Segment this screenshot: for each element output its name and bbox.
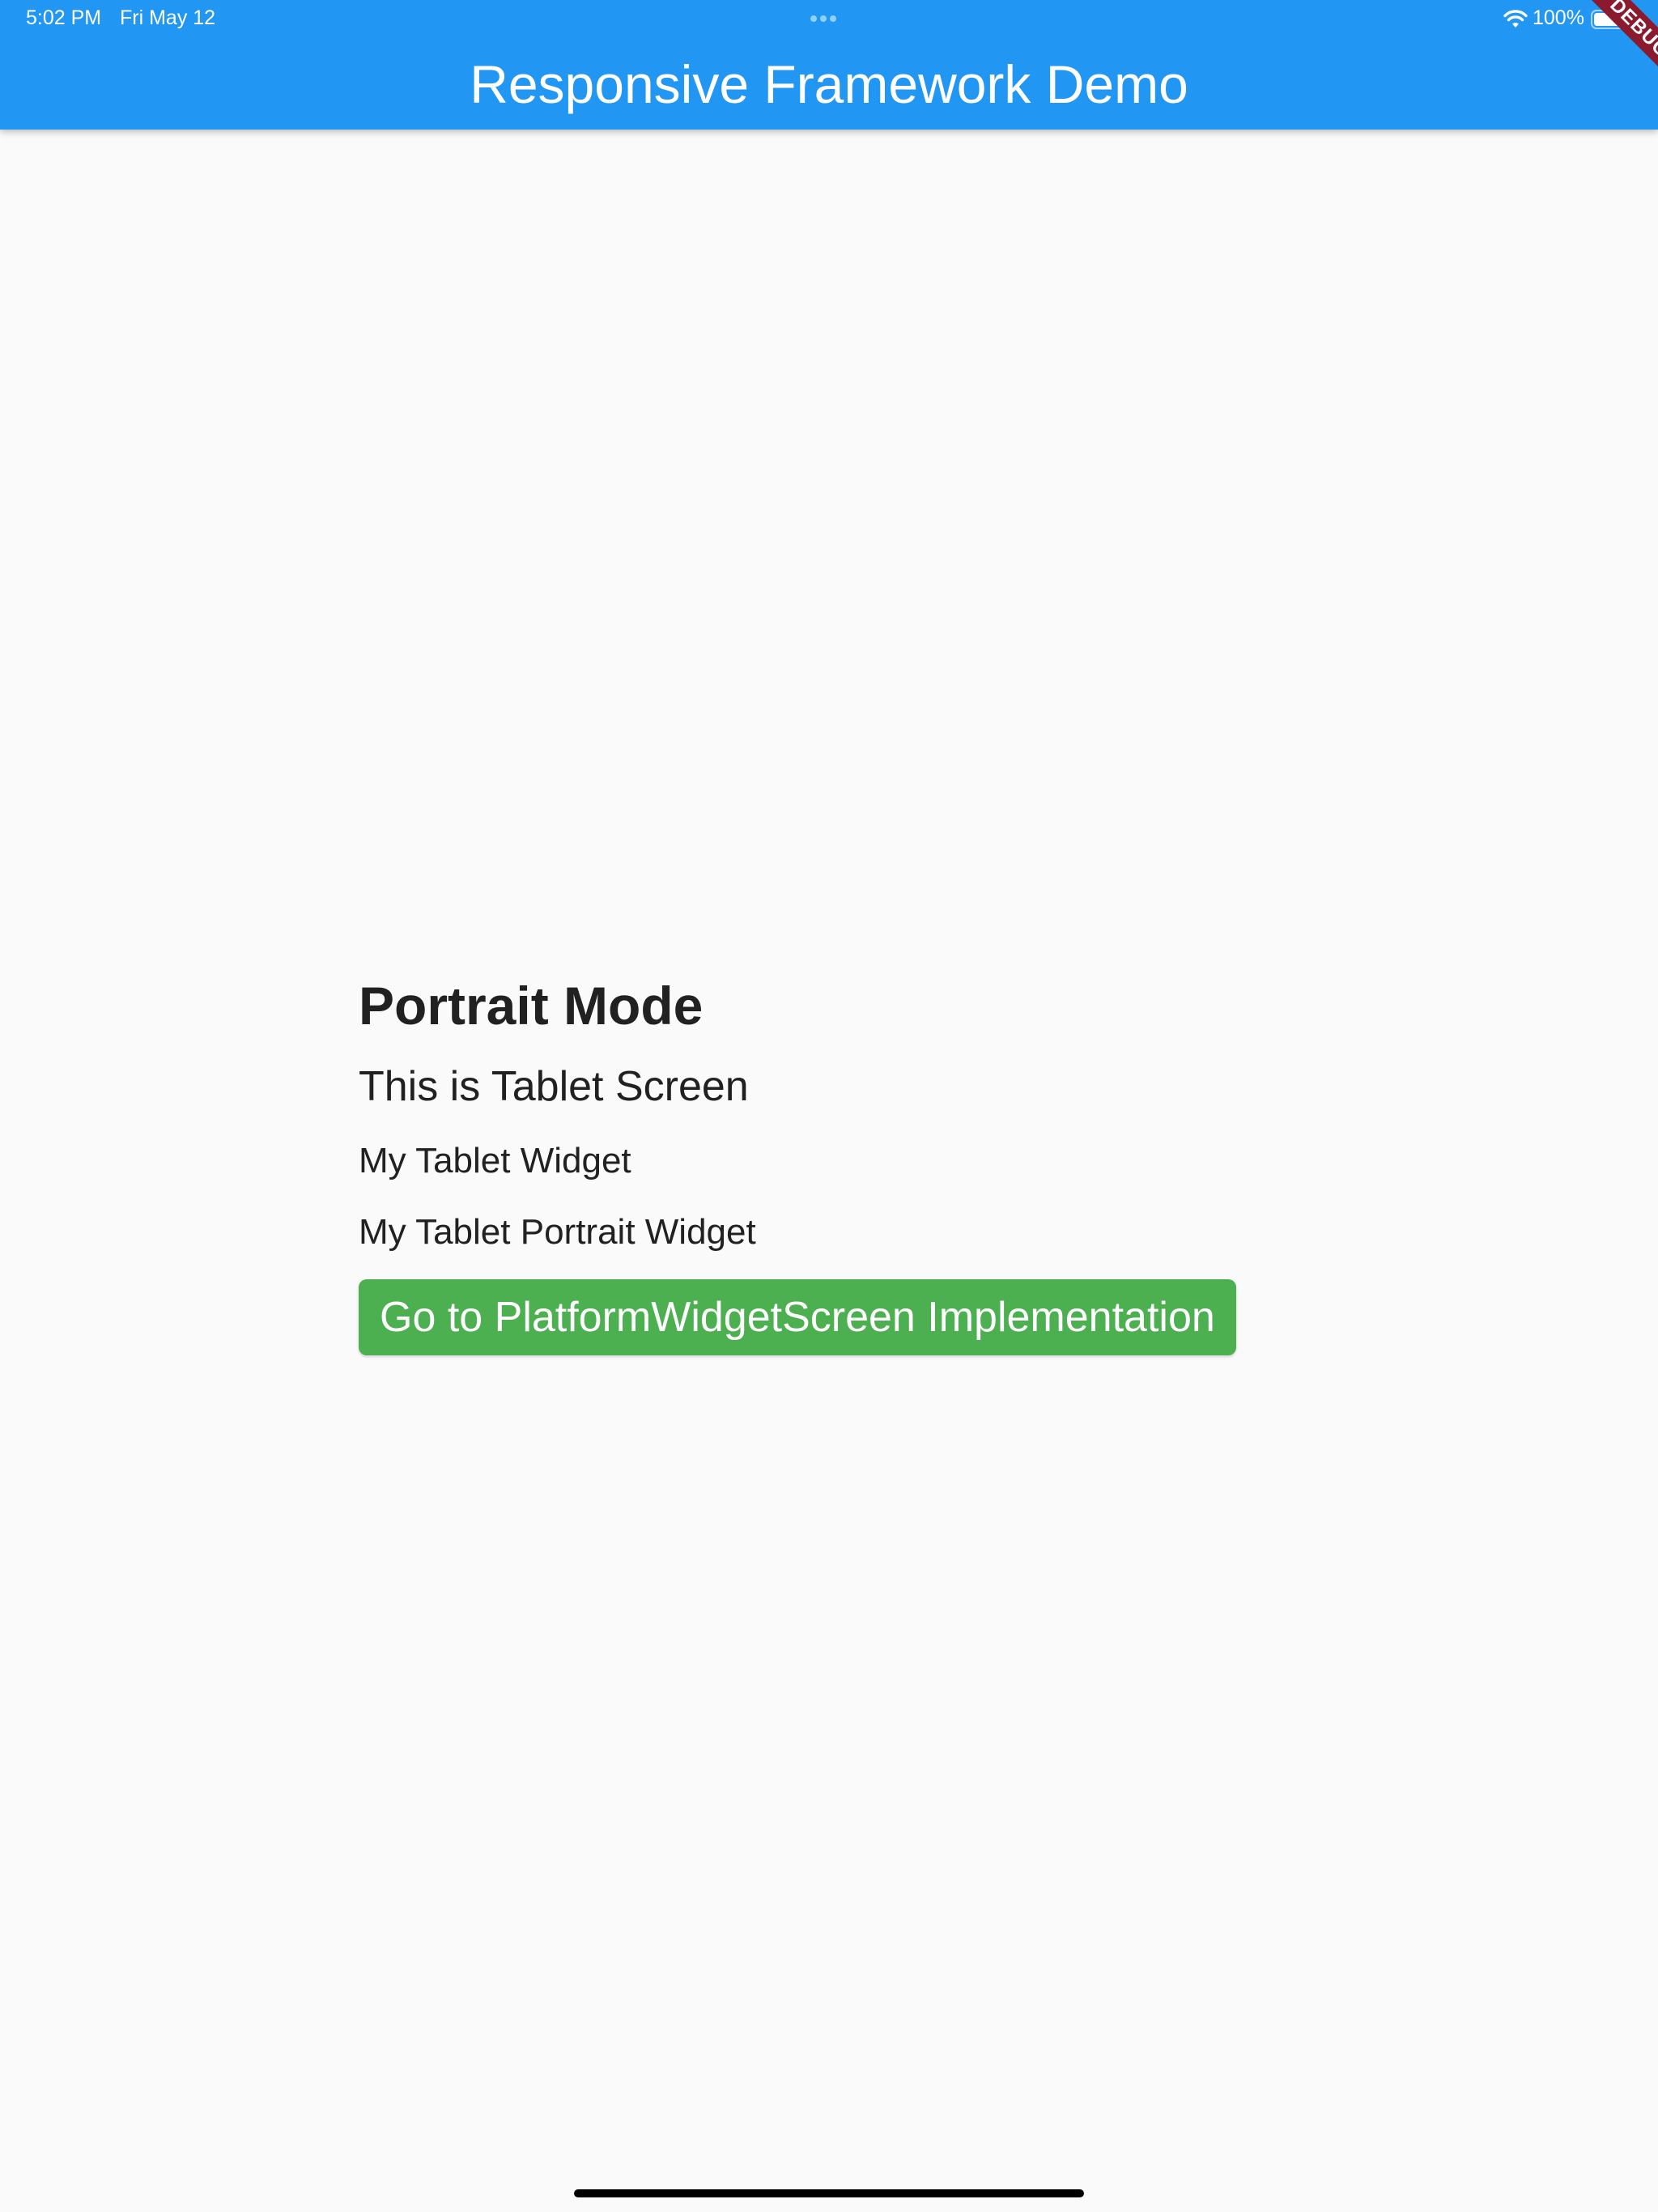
page-title: Responsive Framework Demo [470, 54, 1188, 114]
platform-widget-screen-button[interactable]: Go to PlatformWidgetScreen Implementatio… [359, 1279, 1236, 1355]
tablet-portrait-widget-text: My Tablet Portrait Widget [359, 1212, 756, 1252]
tablet-widget-text: My Tablet Widget [359, 1141, 631, 1180]
wifi-icon [1503, 10, 1528, 28]
status-date: Fri May 12 [120, 6, 216, 29]
main-content: Portrait Mode This is Tablet Screen My T… [359, 963, 1236, 1355]
screen-type-text: This is Tablet Screen [359, 1063, 749, 1110]
app-bar: 5:02 PM Fri May 12 100% Responsive Frame… [0, 0, 1658, 130]
home-indicator[interactable] [574, 2189, 1084, 2197]
orientation-heading: Portrait Mode [359, 976, 704, 1036]
multitasking-dots-icon[interactable] [810, 15, 836, 22]
status-time: 5:02 PM [26, 6, 102, 29]
battery-percentage: 100% [1533, 6, 1584, 29]
